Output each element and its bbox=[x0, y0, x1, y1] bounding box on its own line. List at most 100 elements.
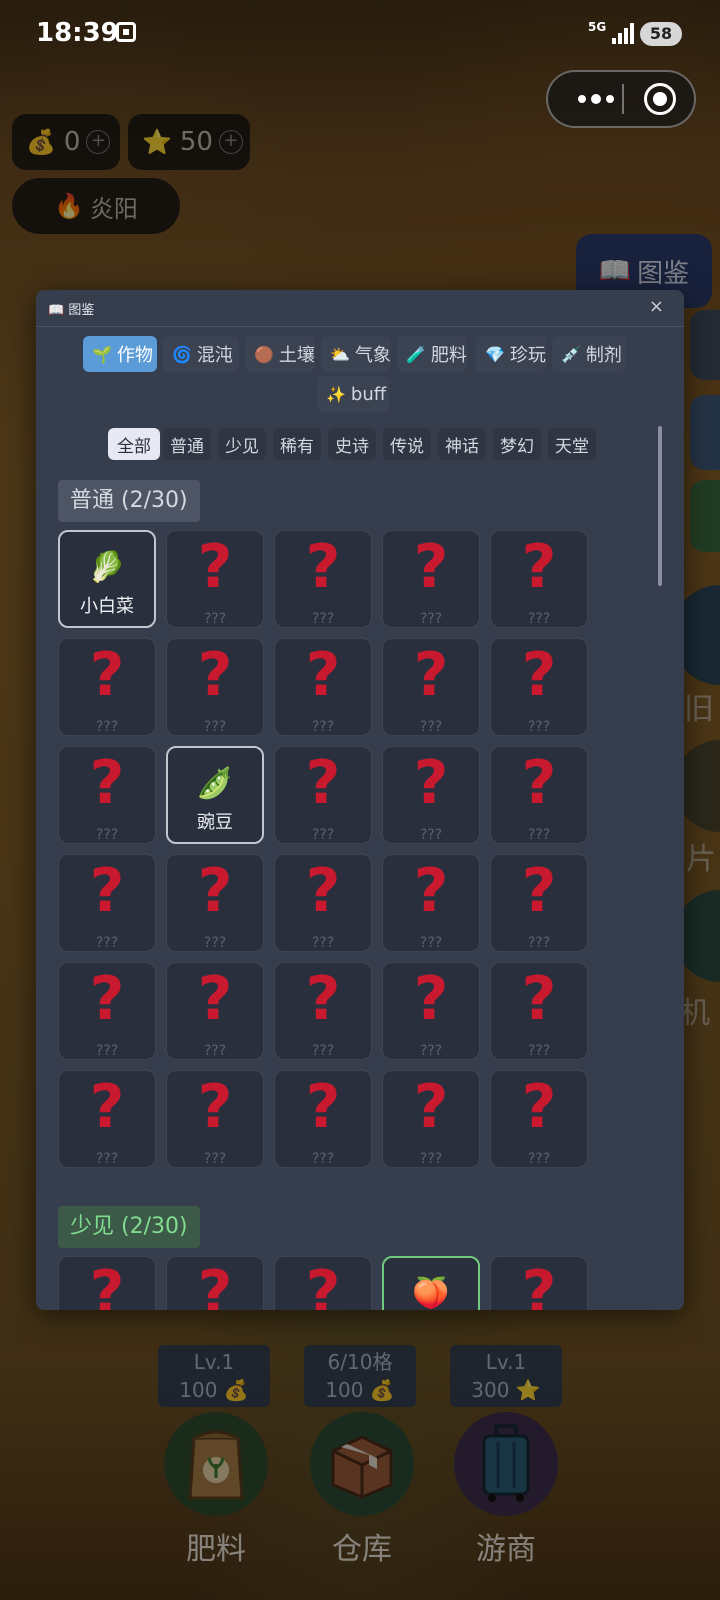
locked-item[interactable]: ???? bbox=[274, 530, 372, 628]
question-mark-icon: ? bbox=[305, 1258, 341, 1310]
locked-item[interactable]: ???? bbox=[58, 854, 156, 952]
locked-item[interactable]: ???? bbox=[166, 854, 264, 952]
collection-grid: 普通 (2/30) 🥬 小白菜???????????????????????????… bbox=[36, 290, 684, 1310]
status-bar: 18:39 5G 58 bbox=[0, 0, 720, 70]
discovered-item[interactable]: 🫛 豌豆 bbox=[166, 746, 264, 844]
exit-mini-program-icon[interactable] bbox=[644, 83, 676, 115]
question-mark-icon: ? bbox=[89, 640, 125, 710]
unknown-label: ??? bbox=[527, 719, 551, 735]
locked-item[interactable]: ???? bbox=[58, 1070, 156, 1168]
unknown-label: ??? bbox=[311, 1151, 335, 1167]
unknown-label: ??? bbox=[419, 935, 443, 951]
locked-item[interactable]: ???? bbox=[490, 746, 588, 844]
locked-item[interactable]: ???? bbox=[58, 746, 156, 844]
locked-item[interactable]: ???? bbox=[490, 962, 588, 1060]
item-name: 小白菜 bbox=[80, 596, 134, 617]
capsule-divider bbox=[622, 84, 624, 114]
locked-item[interactable]: ???? bbox=[166, 1256, 264, 1310]
unknown-label: ??? bbox=[95, 1043, 119, 1059]
locked-item[interactable]: ???? bbox=[274, 746, 372, 844]
locked-item[interactable]: ???? bbox=[382, 1070, 480, 1168]
locked-item[interactable]: ???? bbox=[490, 638, 588, 736]
locked-item[interactable]: ???? bbox=[274, 1256, 372, 1310]
locked-item[interactable]: ???? bbox=[382, 854, 480, 952]
locked-item[interactable]: ???? bbox=[382, 746, 480, 844]
question-mark-icon: ? bbox=[305, 1072, 341, 1142]
question-mark-icon: ? bbox=[521, 1258, 557, 1310]
unknown-label: ??? bbox=[203, 611, 227, 627]
unknown-label: ??? bbox=[419, 719, 443, 735]
unknown-label: ??? bbox=[527, 1151, 551, 1167]
discovered-item[interactable]: 🍑 bbox=[382, 1256, 480, 1310]
locked-item[interactable]: ???? bbox=[274, 1070, 372, 1168]
question-mark-icon: ? bbox=[521, 964, 557, 1034]
network-type: 5G bbox=[588, 20, 607, 34]
locked-item[interactable]: ???? bbox=[58, 1256, 156, 1310]
locked-item[interactable]: ???? bbox=[274, 962, 372, 1060]
question-mark-icon: ? bbox=[89, 748, 125, 818]
unknown-label: ??? bbox=[419, 611, 443, 627]
unknown-label: ??? bbox=[311, 827, 335, 843]
locked-item[interactable]: ???? bbox=[166, 530, 264, 628]
question-mark-icon: ? bbox=[197, 856, 233, 926]
question-mark-icon: ? bbox=[413, 1072, 449, 1142]
item-icon: 🫛 bbox=[196, 766, 234, 801]
question-mark-icon: ? bbox=[413, 748, 449, 818]
question-mark-icon: ? bbox=[89, 964, 125, 1034]
question-mark-icon: ? bbox=[521, 640, 557, 710]
unknown-label: ??? bbox=[203, 1043, 227, 1059]
question-mark-icon: ? bbox=[521, 856, 557, 926]
unknown-label: ??? bbox=[311, 611, 335, 627]
question-mark-icon: ? bbox=[305, 532, 341, 602]
locked-item[interactable]: ???? bbox=[490, 530, 588, 628]
locked-item[interactable]: ???? bbox=[58, 962, 156, 1060]
question-mark-icon: ? bbox=[521, 532, 557, 602]
question-mark-icon: ? bbox=[89, 856, 125, 926]
unknown-label: ??? bbox=[95, 719, 119, 735]
question-mark-icon: ? bbox=[413, 856, 449, 926]
question-mark-icon: ? bbox=[413, 964, 449, 1034]
unknown-label: ??? bbox=[203, 1151, 227, 1167]
locked-item[interactable]: ???? bbox=[382, 530, 480, 628]
question-mark-icon: ? bbox=[521, 748, 557, 818]
mini-program-capsule bbox=[546, 70, 696, 128]
question-mark-icon: ? bbox=[197, 532, 233, 602]
question-mark-icon: ? bbox=[197, 640, 233, 710]
section-header: 少见 (2/30) bbox=[58, 1206, 200, 1248]
unknown-label: ??? bbox=[311, 935, 335, 951]
question-mark-icon: ? bbox=[197, 1072, 233, 1142]
item-icon: 🥬 bbox=[88, 550, 126, 585]
unknown-label: ??? bbox=[419, 827, 443, 843]
unknown-label: ??? bbox=[95, 827, 119, 843]
locked-item[interactable]: ???? bbox=[490, 1070, 588, 1168]
locked-item[interactable]: ???? bbox=[166, 1070, 264, 1168]
unknown-label: ??? bbox=[419, 1043, 443, 1059]
unknown-label: ??? bbox=[203, 935, 227, 951]
locked-item[interactable]: ???? bbox=[274, 638, 372, 736]
question-mark-icon: ? bbox=[413, 532, 449, 602]
locked-item[interactable]: ???? bbox=[490, 1256, 588, 1310]
encyclopedia-modal: 📖 图鉴 × 🌱 作物 🌀 混沌 🟤 土壤 ⛅ 气象 🧪 肥料 💎 珍玩 💉 制剂 ✨ buff 全部 普通 少见… bbox=[36, 290, 684, 1310]
locked-item[interactable]: ???? bbox=[490, 854, 588, 952]
scrollbar[interactable] bbox=[658, 426, 662, 586]
item-name: 豌豆 bbox=[197, 812, 233, 833]
signal-icon bbox=[612, 22, 634, 44]
locked-item[interactable]: ???? bbox=[382, 638, 480, 736]
question-mark-icon: ? bbox=[197, 964, 233, 1034]
question-mark-icon: ? bbox=[305, 640, 341, 710]
locked-item[interactable]: ???? bbox=[166, 638, 264, 736]
unknown-label: ??? bbox=[311, 1043, 335, 1059]
unknown-label: ??? bbox=[203, 719, 227, 735]
screen-capture-icon bbox=[116, 22, 136, 42]
discovered-item[interactable]: 🥬 小白菜 bbox=[58, 530, 156, 628]
section-header: 普通 (2/30) bbox=[58, 480, 200, 522]
unknown-label: ??? bbox=[419, 1151, 443, 1167]
more-menu-icon[interactable] bbox=[566, 72, 626, 126]
locked-item[interactable]: ???? bbox=[166, 962, 264, 1060]
unknown-label: ??? bbox=[527, 611, 551, 627]
locked-item[interactable]: ???? bbox=[58, 638, 156, 736]
question-mark-icon: ? bbox=[89, 1258, 125, 1310]
unknown-label: ??? bbox=[527, 935, 551, 951]
locked-item[interactable]: ???? bbox=[274, 854, 372, 952]
locked-item[interactable]: ???? bbox=[382, 962, 480, 1060]
